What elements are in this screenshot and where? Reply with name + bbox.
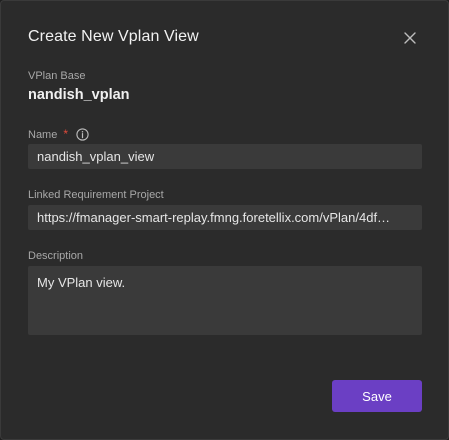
vplan-base-label: VPlan Base [28,70,86,82]
name-label: Name [28,129,58,141]
name-label-row: Name * [28,127,89,141]
close-button[interactable] [400,28,420,48]
dialog-title: Create New Vplan View [28,28,199,45]
description-label: Description [28,250,84,262]
save-button[interactable]: Save [332,380,422,412]
name-input[interactable]: nandish_vplan_view [28,144,422,169]
info-icon[interactable] [76,127,89,141]
vplan-base-value: nandish_vplan [28,87,130,103]
close-icon [404,32,416,44]
linked-project-label: Linked Requirement Project [28,189,164,201]
required-marker: * [63,127,69,141]
description-textarea[interactable]: My VPlan view. [28,266,422,335]
linked-project-input[interactable]: https://fmanager-smart-replay.fmng.foret… [28,205,422,230]
create-vplan-view-dialog: Create New Vplan View VPlan Base nandish… [0,0,449,440]
